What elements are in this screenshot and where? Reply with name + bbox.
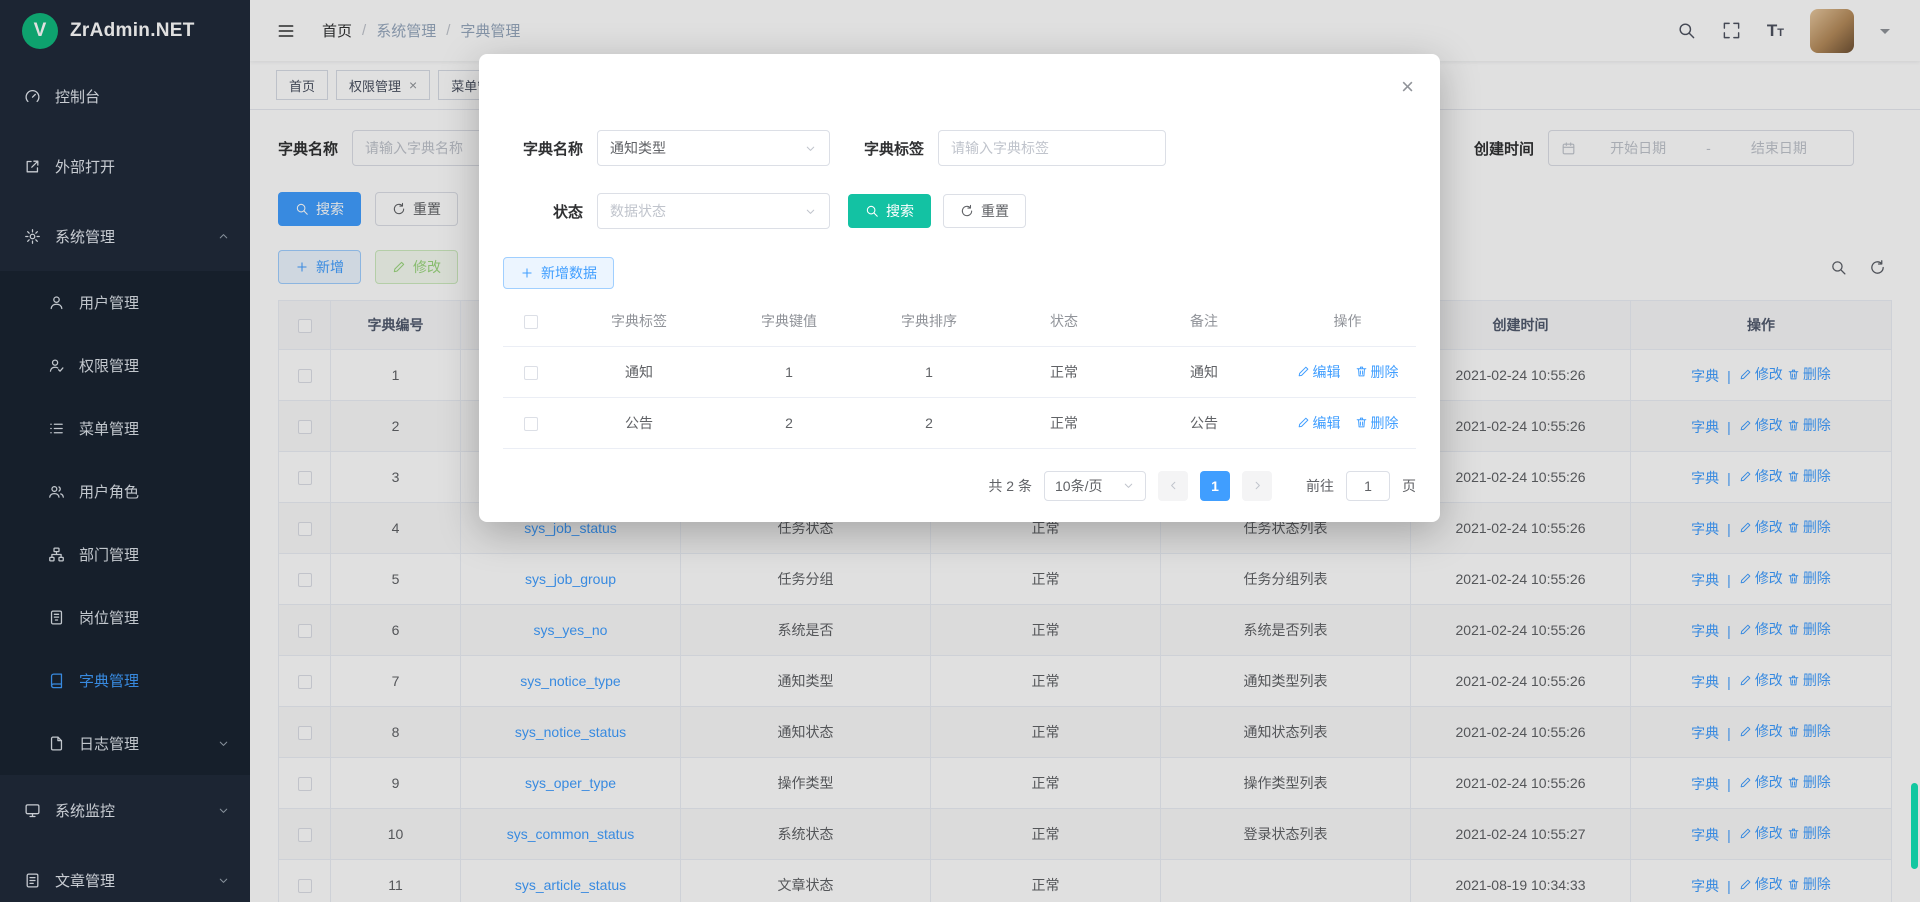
modal-reset-button[interactable]: 重置: [943, 194, 1026, 228]
delete-link[interactable]: 删除: [1355, 362, 1399, 382]
modal-header-remark: 备注: [1129, 297, 1279, 346]
chevron-right-icon: [1251, 479, 1264, 492]
status-select-placeholder: 数据状态: [610, 201, 666, 221]
edit-link[interactable]: 编辑: [1297, 362, 1341, 382]
page-unit: 页: [1402, 476, 1416, 496]
cell-label: 公告: [559, 397, 719, 448]
modal-dict-name-label: 字典名称: [503, 138, 583, 159]
pagination: 共 2 条 10条/页 1 前往 页: [503, 471, 1416, 501]
goto-label: 前往: [1306, 476, 1334, 496]
delete-link[interactable]: 删除: [1355, 413, 1399, 433]
modal-table-header-row: 字典标签 字典键值 字典排序 状态 备注 操作: [503, 297, 1416, 346]
chevron-down-icon: [804, 205, 817, 218]
cell-remark: 公告: [1129, 397, 1279, 448]
modal-filter-row-2: 状态 数据状态 搜索 重置: [503, 193, 1416, 229]
chevron-down-icon: [1122, 479, 1135, 492]
modal-filter-row-1: 字典名称 通知类型 字典标签: [503, 130, 1416, 166]
cell-label: 通知: [559, 346, 719, 397]
edit-icon: [1297, 365, 1310, 378]
edit-icon: [1297, 416, 1310, 429]
cell-status: 正常: [999, 346, 1129, 397]
page-1-button[interactable]: 1: [1200, 471, 1230, 501]
cell-sort: 1: [859, 346, 999, 397]
modal-table-row: 公告 2 2 正常 公告 编辑删除: [503, 397, 1416, 448]
status-select[interactable]: 数据状态: [597, 193, 830, 229]
cell-status: 正常: [999, 397, 1129, 448]
modal-reset-label: 重置: [981, 201, 1009, 221]
goto-page-input[interactable]: [1346, 471, 1390, 501]
dict-data-table: 字典标签 字典键值 字典排序 状态 备注 操作 通知 1 1 正常 通知: [503, 297, 1416, 449]
cell-sort: 2: [859, 397, 999, 448]
cell-ops: 编辑删除: [1279, 346, 1416, 397]
dict-label-input-wrap: [938, 130, 1166, 166]
modal-header-ops: 操作: [1279, 297, 1416, 346]
modal-table-row: 通知 1 1 正常 通知 编辑删除: [503, 346, 1416, 397]
prev-page-button[interactable]: [1158, 471, 1188, 501]
modal-search-label: 搜索: [886, 201, 914, 221]
refresh-icon: [960, 204, 974, 218]
page-size-select[interactable]: 10条/页: [1044, 471, 1146, 501]
row-checkbox[interactable]: [524, 417, 538, 431]
dict-label-label: 字典标签: [842, 138, 924, 159]
modal-header-label: 字典标签: [559, 297, 719, 346]
modal-header-select-all: [503, 297, 559, 346]
status-label: 状态: [503, 201, 583, 222]
next-page-button[interactable]: [1242, 471, 1272, 501]
dict-name-select[interactable]: 通知类型: [597, 130, 830, 166]
chevron-down-icon: [804, 142, 817, 155]
trash-icon: [1355, 365, 1368, 378]
search-icon: [865, 204, 879, 218]
cell-ops: 编辑删除: [1279, 397, 1416, 448]
modal-header-value: 字典键值: [719, 297, 859, 346]
cell-value: 2: [719, 397, 859, 448]
cell-remark: 通知: [1129, 346, 1279, 397]
dict-data-dialog: × 字典名称 通知类型 字典标签 状态 数据状态 搜索: [479, 54, 1440, 522]
plus-icon: [520, 266, 534, 280]
close-icon[interactable]: ×: [1401, 76, 1414, 98]
add-data-label: 新增数据: [541, 263, 597, 283]
edit-link[interactable]: 编辑: [1297, 413, 1341, 433]
screen: V ZrAdmin.NET 控制台 外部打开 系统管理 用户管理: [0, 0, 1920, 902]
trash-icon: [1355, 416, 1368, 429]
modal-search-button[interactable]: 搜索: [848, 194, 931, 228]
total-count: 共 2 条: [988, 476, 1032, 496]
select-all-checkbox[interactable]: [524, 315, 538, 329]
modal-header-status: 状态: [999, 297, 1129, 346]
add-data-button[interactable]: 新增数据: [503, 257, 614, 289]
dict-name-select-value: 通知类型: [610, 138, 666, 158]
row-checkbox[interactable]: [524, 366, 538, 380]
dict-label-input[interactable]: [951, 140, 1153, 156]
scrollbar-thumb[interactable]: [1911, 783, 1918, 869]
chevron-left-icon: [1167, 479, 1180, 492]
page-size-value: 10条/页: [1055, 476, 1102, 496]
modal-header-sort: 字典排序: [859, 297, 999, 346]
cell-value: 1: [719, 346, 859, 397]
